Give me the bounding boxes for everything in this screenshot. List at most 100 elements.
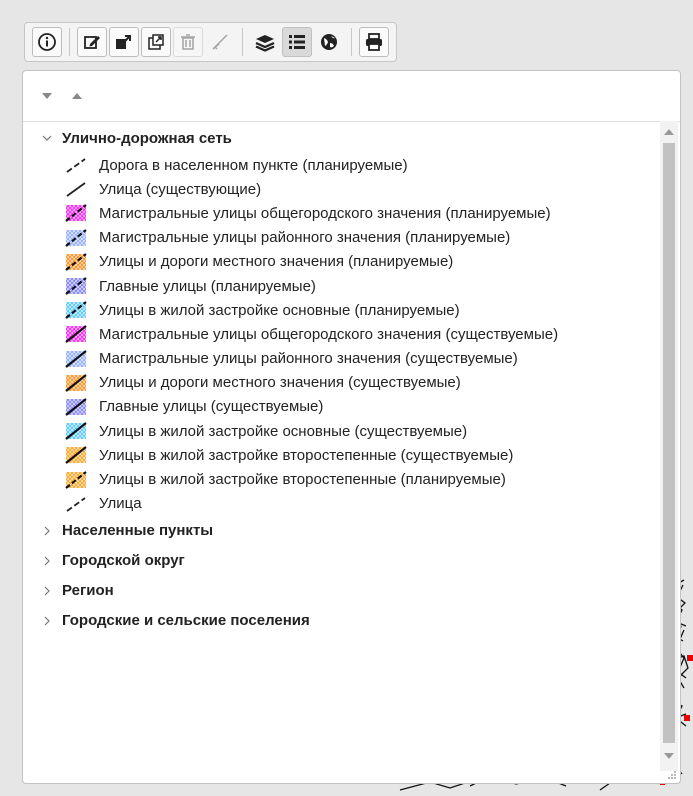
legend-item-label-wrap: Улицы в жилой застройке второстепенные (…: [99, 471, 658, 489]
legend-item-label-wrap: Магистральные улицы районного значения (…: [99, 229, 658, 247]
scroll-down-arrow[interactable]: [660, 747, 678, 765]
legend-group-items: Дорога в населенном пункте (планируемые)…: [23, 153, 658, 516]
legend-item[interactable]: Главные улицы (существуемые): [63, 395, 658, 419]
legend-item[interactable]: Магистральные улицы общегородского значе…: [63, 322, 658, 346]
legend-group-3[interactable]: Регион: [23, 576, 658, 606]
resize-grip-icon[interactable]: [667, 770, 677, 780]
legend-item-label: Улицы в жилой застройке основные (планир…: [99, 301, 460, 319]
hatch-solid-symbol-icon: [65, 325, 87, 344]
legend-item[interactable]: Улицы в жилой застройке основные (планир…: [63, 298, 658, 322]
legend-group-4[interactable]: Городские и сельские поселения: [23, 606, 658, 636]
label-fade: [622, 446, 658, 464]
legend-item-label: Главные улицы (планируемые): [99, 277, 316, 295]
scroll-up-arrow[interactable]: [660, 123, 678, 141]
legend-button[interactable]: [282, 27, 312, 57]
label-fade: [622, 180, 658, 198]
legend-scrollbar[interactable]: [660, 121, 678, 771]
legend-item-label: Магистральные улицы общегородского значе…: [99, 204, 551, 222]
legend-item-label: Улицы в жилой застройке второстепенные (…: [99, 446, 514, 464]
legend-item[interactable]: Улицы и дороги местного значения (планир…: [63, 250, 658, 274]
solid-line-symbol-icon: [66, 182, 86, 198]
chevron-right-icon[interactable]: [41, 585, 53, 597]
legend-list-icon: [289, 35, 305, 49]
caret-down-icon: [664, 753, 674, 759]
expand-all-button[interactable]: [37, 86, 57, 106]
legend-item-label: Улицы и дороги местного значения (планир…: [99, 253, 454, 271]
edit-button[interactable]: [77, 27, 107, 57]
caret-up-icon: [664, 129, 674, 135]
collapse-all-button[interactable]: [67, 86, 87, 106]
label-fade: [622, 301, 658, 319]
legend-item[interactable]: Главные улицы (планируемые): [63, 274, 658, 298]
print-button[interactable]: [359, 27, 389, 57]
hatch-solid-symbol-icon: [65, 422, 87, 441]
basemap-button[interactable]: [314, 27, 344, 57]
hatch-dash-symbol-icon: [65, 204, 87, 223]
legend-item-label: Улица: [99, 495, 142, 513]
legend-group-label: Городские и сельские поселения: [62, 612, 310, 630]
label-fade: [622, 495, 658, 513]
legend-item[interactable]: Улицы в жилой застройке второстепенные (…: [63, 443, 658, 467]
chevron-right-icon[interactable]: [41, 555, 53, 567]
globe-icon: [321, 34, 337, 50]
legend-item-label-wrap: Улица (существующие): [99, 180, 658, 198]
legend-item-label: Улица (существующие): [99, 180, 262, 198]
chevron-right-icon[interactable]: [41, 525, 53, 537]
legend-item[interactable]: Улица: [63, 492, 658, 516]
legend-item-label-wrap: Улицы в жилой застройке основные (сущест…: [99, 422, 658, 440]
legend-item[interactable]: Улицы и дороги местного значения (сущест…: [63, 371, 658, 395]
label-fade: [622, 471, 658, 489]
hatch-dash-symbol-icon: [65, 228, 87, 247]
legend-item[interactable]: Улицы в жилой застройке второстепенные (…: [63, 467, 658, 491]
legend-item-label-wrap: Магистральные улицы районного значения (…: [99, 350, 658, 368]
info-icon: [38, 33, 56, 51]
chevron-down-icon[interactable]: [41, 132, 53, 144]
hatch-solid-symbol-icon: [65, 373, 87, 392]
map-toolbar: [24, 22, 397, 62]
layer-move-icon: [116, 35, 131, 49]
chevron-right-icon[interactable]: [41, 615, 53, 627]
toolbar-separator: [242, 28, 243, 56]
legend-group-0[interactable]: Улично-дорожная сеть: [23, 123, 658, 153]
legend-item[interactable]: Улица (существующие): [63, 177, 658, 201]
toolbar-separator: [351, 28, 352, 56]
legend-item-label-wrap: Магистральные улицы общегородского значе…: [99, 204, 658, 222]
legend-group-label: Регион: [62, 582, 114, 600]
label-fade: [622, 253, 658, 271]
legend-item[interactable]: Магистральные улицы районного значения (…: [63, 347, 658, 371]
legend-item[interactable]: Магистральные улицы общегородского значе…: [63, 201, 658, 225]
info-button[interactable]: [32, 27, 62, 57]
legend-item[interactable]: Дорога в населенном пункте (планируемые): [63, 153, 658, 177]
legend-item-label-wrap: Дорога в населенном пункте (планируемые): [99, 156, 658, 174]
legend-item-label: Магистральные улицы районного значения (…: [99, 350, 518, 368]
legend-item[interactable]: Улицы в жилой застройке основные (сущест…: [63, 419, 658, 443]
measure-icon: [212, 34, 228, 50]
layer-move-button[interactable]: [109, 27, 139, 57]
legend-item-label-wrap: Магистральные улицы общегородского значе…: [99, 325, 658, 343]
legend-group-2[interactable]: Городской округ: [23, 546, 658, 576]
layers-button[interactable]: [250, 27, 280, 57]
open-external-icon: [148, 34, 164, 50]
legend-item-label-wrap: Улица: [99, 495, 658, 513]
label-fade: [622, 204, 658, 222]
label-fade: [622, 277, 658, 295]
label-fade: [622, 350, 658, 368]
legend-item-label-wrap: Улицы и дороги местного значения (планир…: [99, 253, 658, 271]
legend-item-label-wrap: Главные улицы (планируемые): [99, 277, 658, 295]
legend-group-label: Населенные пункты: [62, 522, 214, 540]
dash-line-symbol-icon: [66, 158, 86, 173]
label-fade: [622, 398, 658, 416]
edit-icon: [84, 36, 100, 49]
scroll-thumb[interactable]: [663, 143, 675, 743]
open-external-button[interactable]: [141, 27, 171, 57]
delete-button[interactable]: [173, 27, 203, 57]
legend-item-label: Магистральные улицы общегородского значе…: [99, 325, 559, 343]
legend-item-label-wrap: Улицы и дороги местного значения (сущест…: [99, 374, 658, 392]
legend-group-1[interactable]: Населенные пункты: [23, 516, 658, 546]
legend-group-label: Улично-дорожная сеть: [62, 129, 232, 147]
hatch-dash-symbol-icon: [65, 252, 87, 271]
legend-item-label-wrap: Улицы в жилой застройке основные (планир…: [99, 301, 658, 319]
legend-item-label-wrap: Главные улицы (существуемые): [99, 398, 658, 416]
legend-item[interactable]: Магистральные улицы районного значения (…: [63, 226, 658, 250]
measure-button[interactable]: [205, 27, 235, 57]
